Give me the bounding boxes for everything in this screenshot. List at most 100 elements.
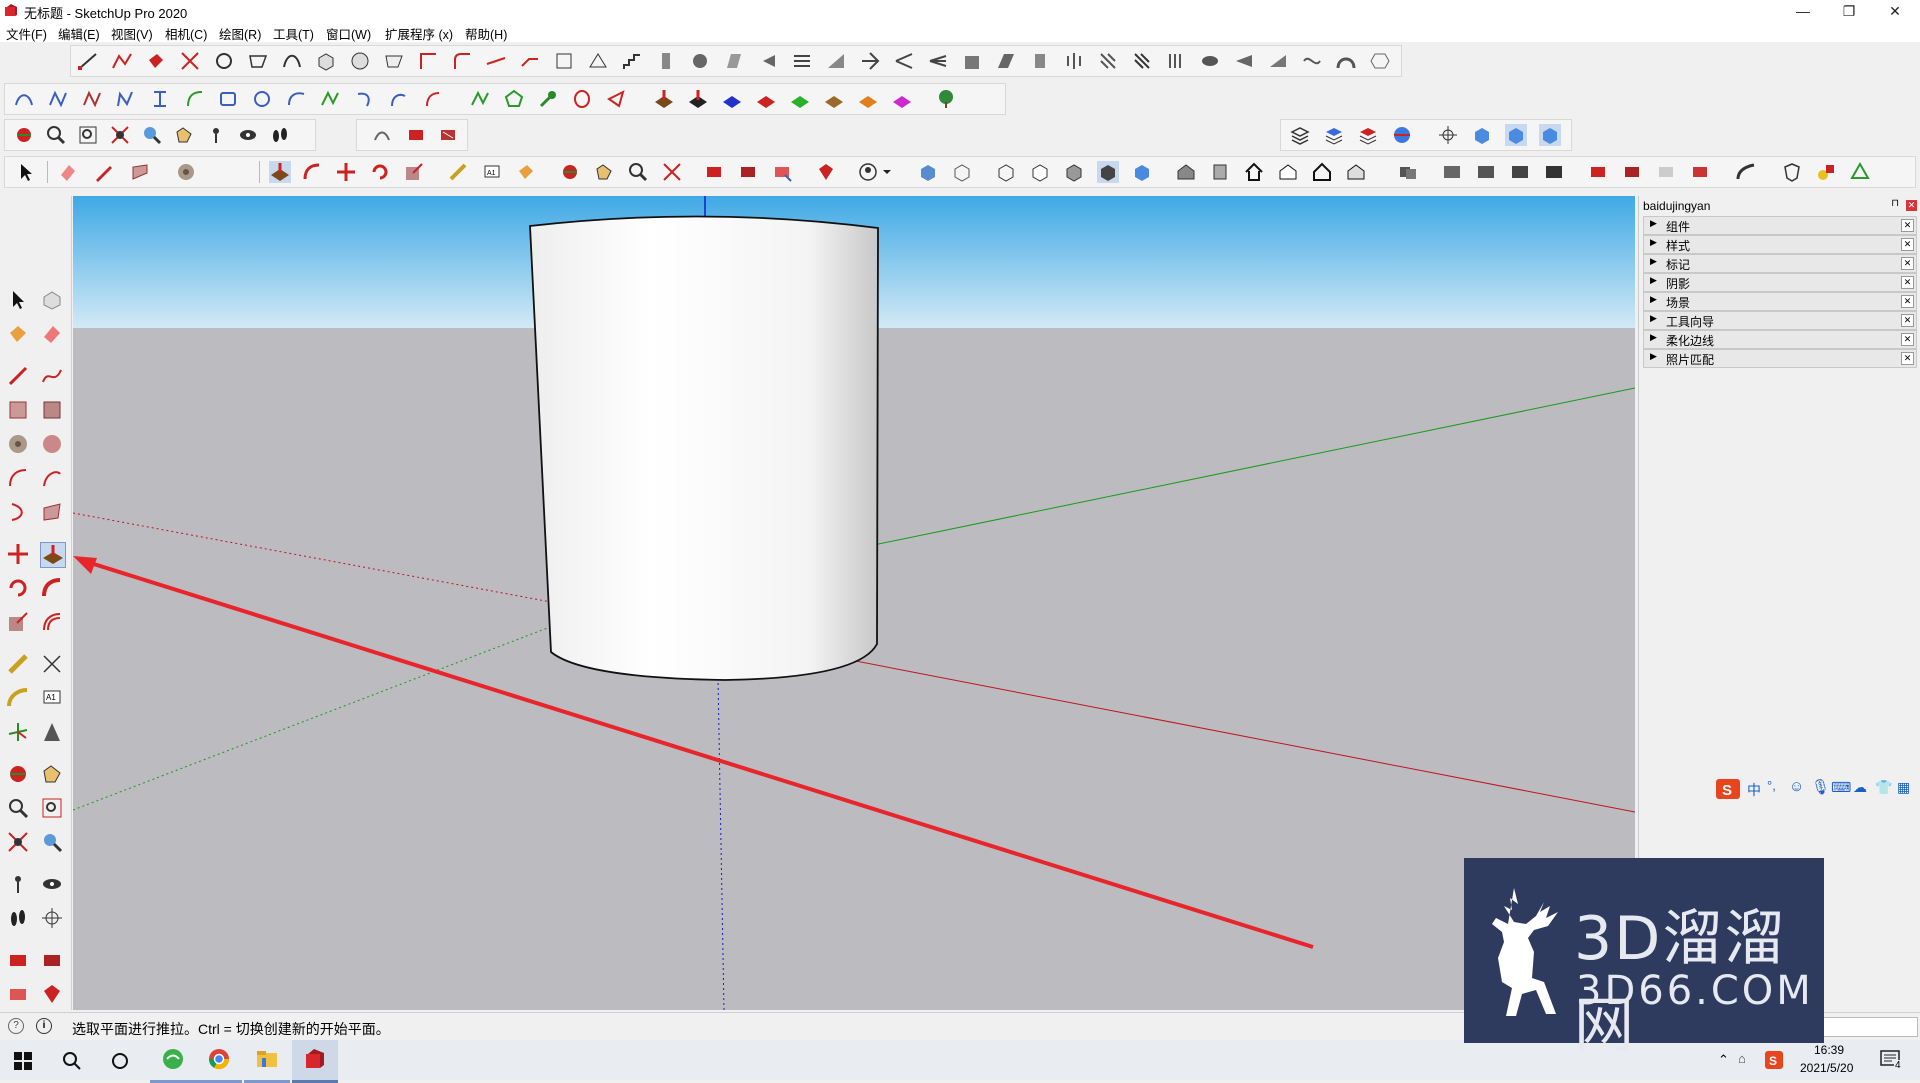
ruby-console-icon[interactable]	[815, 161, 837, 183]
3d-text-left-icon[interactable]	[40, 720, 64, 744]
zoom-extents-tool-icon[interactable]	[661, 161, 683, 183]
freehand-left-icon[interactable]	[40, 364, 64, 388]
menu-extensions[interactable]: 扩展程序 (x)	[385, 24, 453, 43]
panel-tool-icon[interactable]	[1029, 50, 1051, 72]
rectangle-left-icon[interactable]	[6, 398, 30, 422]
solid-subtract-icon[interactable]	[1441, 161, 1463, 183]
panel-close-icon[interactable]: ✕	[1901, 333, 1914, 346]
back-house-icon[interactable]	[1311, 161, 1333, 183]
tube-tool-icon[interactable]	[1199, 50, 1221, 72]
panel-close-icon[interactable]: ✕	[1901, 352, 1914, 365]
protractor-left-icon[interactable]	[6, 686, 30, 710]
measurements-box[interactable]	[1822, 1017, 1918, 1037]
fork-tool-icon[interactable]	[927, 50, 949, 72]
walk-footprints-icon[interactable]	[269, 124, 291, 146]
menu-edit[interactable]: 编辑(E)	[58, 24, 100, 43]
move-icon[interactable]	[335, 161, 357, 183]
text-left-icon[interactable]: A1	[40, 686, 64, 710]
pan-icon[interactable]	[593, 161, 615, 183]
hand-tool-icon[interactable]	[689, 50, 711, 72]
tray-panel-styles[interactable]: ▶ 样式 ✕	[1643, 235, 1917, 254]
wireframe-icon[interactable]	[995, 161, 1017, 183]
curve-tool-icon[interactable]	[281, 50, 303, 72]
ruby-left-icon[interactable]	[40, 982, 64, 1006]
freehand-icon[interactable]	[129, 161, 151, 183]
panel-close-icon[interactable]: ✕	[1901, 295, 1914, 308]
extension-warehouse-icon[interactable]	[737, 161, 759, 183]
columns-tool-icon[interactable]	[1165, 50, 1187, 72]
menu-window[interactable]: 窗口(W)	[326, 24, 371, 43]
right-house-icon[interactable]	[1277, 161, 1299, 183]
sogou-ime-icon[interactable]: S	[1715, 778, 1741, 800]
arc-2pt-left-icon[interactable]	[40, 466, 64, 490]
zoom-extents-left-icon[interactable]	[6, 830, 30, 854]
twist-tool-icon[interactable]	[1301, 50, 1323, 72]
emoji-icon[interactable]: ☺	[1789, 778, 1804, 795]
paint-bucket-icon[interactable]	[145, 50, 167, 72]
tree-icon[interactable]	[935, 88, 957, 110]
restore-button[interactable]: ❐	[1826, 0, 1872, 22]
make-component-icon[interactable]	[40, 288, 64, 312]
split-tool-icon[interactable]	[859, 50, 881, 72]
tray-panel-components[interactable]: ▶ 组件 ✕	[1643, 216, 1917, 235]
slab-tool-icon[interactable]	[995, 50, 1017, 72]
left-house-icon[interactable]	[1345, 161, 1367, 183]
menu-draw[interactable]: 绘图(R)	[219, 24, 261, 43]
panel-close-icon[interactable]: ✕	[1901, 257, 1914, 270]
pie-left-icon[interactable]	[40, 500, 64, 524]
cylinder-body[interactable]	[529, 215, 879, 681]
spline-tool-icon[interactable]	[81, 88, 103, 110]
building-tool-icon[interactable]	[961, 50, 983, 72]
circle-left-icon[interactable]	[6, 432, 30, 456]
shield-icon[interactable]	[1781, 161, 1803, 183]
triangle-tool-icon[interactable]	[605, 88, 627, 110]
orbit-left-icon[interactable]	[6, 762, 30, 786]
tray-panel-shadows[interactable]: ▶ 阴影 ✕	[1643, 273, 1917, 292]
section-plane-left-icon[interactable]	[40, 906, 64, 930]
previous-left-icon[interactable]	[40, 830, 64, 854]
zoom-extents-icon[interactable]	[109, 124, 131, 146]
arc-left-icon[interactable]	[6, 466, 30, 490]
section-icon[interactable]	[405, 124, 427, 146]
chevron-down-icon[interactable]	[881, 161, 893, 183]
tray-panel-match-photo[interactable]: ▶ 照片匹配 ✕	[1643, 349, 1917, 368]
windows-start-icon[interactable]	[14, 1052, 32, 1070]
taskbar-app-browser[interactable]	[150, 1040, 196, 1083]
shaded-textures-icon[interactable]	[1097, 161, 1119, 183]
rotated-rectangle-left-icon[interactable]	[40, 398, 64, 422]
ime-punct[interactable]: °,	[1767, 778, 1776, 793]
eraser-left-icon[interactable]	[40, 322, 64, 346]
line-left-icon[interactable]	[6, 364, 30, 388]
shaded-icon[interactable]	[1063, 161, 1085, 183]
menu-view[interactable]: 视图(V)	[111, 24, 153, 43]
push-n-icon[interactable]	[823, 88, 845, 110]
menu-file[interactable]: 文件(F)	[6, 24, 47, 43]
layers-tool-icon[interactable]	[791, 50, 813, 72]
follow-me-left-icon[interactable]	[40, 576, 64, 600]
push-f-icon[interactable]	[891, 88, 913, 110]
fillet-tool-icon[interactable]	[451, 50, 473, 72]
grid-tool-icon[interactable]	[1097, 50, 1119, 72]
solid-split-icon[interactable]	[1543, 161, 1565, 183]
arrow-left-icon[interactable]	[757, 50, 779, 72]
layers-stack-icon[interactable]	[1289, 124, 1311, 146]
zoom-window-left-icon[interactable]	[40, 796, 64, 820]
pin-icon[interactable]: ⊓	[1891, 198, 1899, 209]
gear-tool-icon[interactable]	[213, 50, 235, 72]
home-icon[interactable]	[1243, 161, 1265, 183]
tray-close-icon[interactable]: ✕	[1906, 200, 1917, 211]
task-view-icon[interactable]	[110, 1051, 130, 1071]
menu-camera[interactable]: 相机(C)	[165, 24, 207, 43]
extend-tool-icon[interactable]	[485, 50, 507, 72]
arc-small-icon[interactable]	[387, 88, 409, 110]
push-red-icon[interactable]	[653, 88, 675, 110]
iso-view-icon[interactable]	[1471, 124, 1493, 146]
tshirt-icon[interactable]: 👕	[1875, 779, 1892, 796]
panel-close-icon[interactable]: ✕	[1901, 238, 1914, 251]
globe-icon[interactable]	[1391, 124, 1413, 146]
warehouse-c-icon[interactable]	[1655, 161, 1677, 183]
follow-me-icon[interactable]	[301, 161, 323, 183]
user-account-icon[interactable]	[857, 161, 879, 183]
push-blue-icon[interactable]	[687, 88, 709, 110]
wall-tool-icon[interactable]	[723, 50, 745, 72]
